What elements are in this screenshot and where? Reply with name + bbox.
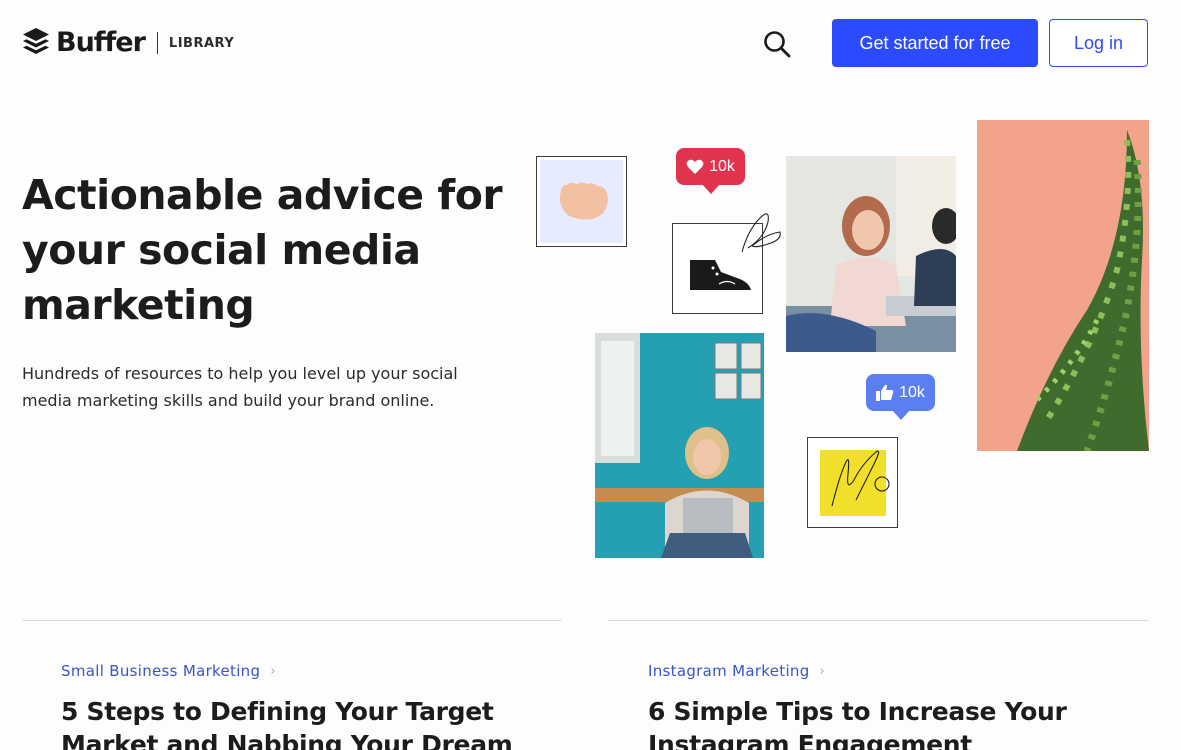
meeting-photo: [786, 156, 956, 352]
heart-icon: [686, 159, 704, 174]
article-divider-right: [608, 620, 1148, 621]
hand-illustration-frame: [536, 156, 627, 247]
hero-collage: 10k 10k: [520, 110, 1160, 570]
thumbs-up-icon: [876, 384, 894, 401]
hand-icon: [559, 182, 608, 220]
article-title-link[interactable]: 6 Simple Tips to Increase Your Instagram…: [648, 695, 1118, 750]
login-button[interactable]: Log in: [1049, 19, 1148, 67]
scribble-doodle: [741, 213, 781, 253]
plant-photo: [977, 120, 1149, 451]
get-started-button[interactable]: Get started for free: [832, 19, 1038, 67]
chevron-right-icon: ›: [819, 663, 826, 679]
buffer-stack-icon: [23, 28, 49, 54]
hero-subtitle: Hundreds of resources to help you level …: [22, 364, 458, 410]
meeting-scene: [786, 156, 956, 352]
buffer-logo[interactable]: Buffer LIBRARY: [22, 26, 234, 60]
section-label: LIBRARY: [168, 35, 235, 51]
article-category-label: Instagram Marketing: [648, 662, 810, 680]
laptop-scene: [595, 333, 764, 558]
site-header: Buffer LIBRARY Get started for free Log …: [0, 0, 1181, 90]
search-icon: [764, 31, 791, 58]
article-category-link[interactable]: Small Business Marketing ›: [61, 662, 276, 680]
laptop-photo: [595, 333, 764, 558]
shoe-icon: [690, 260, 751, 290]
chevron-right-icon: ›: [270, 663, 276, 679]
sticky-note-frame: [807, 437, 898, 528]
article-divider-left: [22, 620, 562, 621]
likes-badge: 10k: [676, 148, 745, 194]
article-category-label: Small Business Marketing: [61, 662, 261, 680]
thumbs-up-badge: 10k: [866, 374, 935, 420]
brand-name: Buffer: [56, 27, 146, 58]
hero-title: Actionable advice for your social media …: [22, 171, 503, 329]
likes-count: 10k: [709, 157, 735, 175]
plant-scene: [977, 120, 1149, 451]
article-category-link[interactable]: Instagram Marketing ›: [648, 662, 825, 680]
squiggle-doodle: [831, 450, 890, 507]
thumbs-count: 10k: [899, 383, 925, 401]
article-title-link[interactable]: 5 Steps to Defining Your Target Market a…: [61, 695, 531, 750]
logo-divider: [156, 32, 158, 54]
search-button[interactable]: [760, 27, 794, 61]
